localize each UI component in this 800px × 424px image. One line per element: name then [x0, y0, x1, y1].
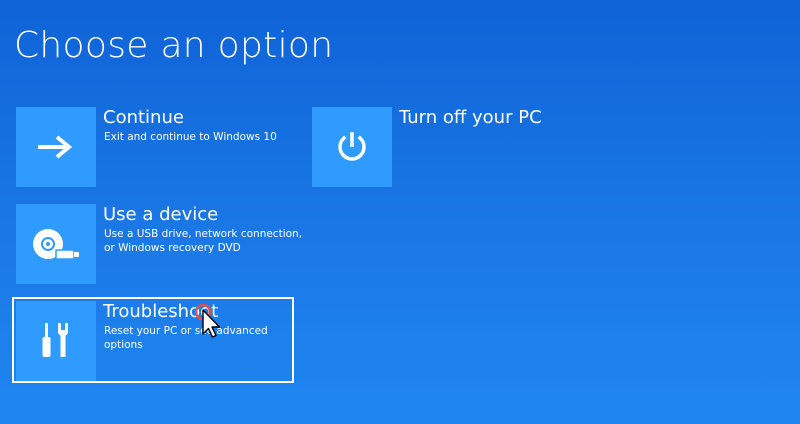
page-title: Choose an option [14, 25, 334, 66]
continue-option[interactable]: Continue Exit and continue to Windows 10 [16, 107, 296, 187]
arrow-right-icon [36, 132, 76, 162]
troubleshoot-description: Reset your PC or see advanced options [104, 325, 268, 351]
continue-title: Continue [103, 107, 184, 128]
use-device-description: Use a USB drive, network connection, or … [104, 228, 303, 254]
use-device-tile[interactable] [16, 204, 96, 284]
troubleshoot-option[interactable]: Troubleshoot Reset your PC or see advanc… [16, 301, 296, 381]
troubleshoot-tile[interactable] [16, 301, 96, 381]
tools-icon [36, 319, 76, 363]
troubleshoot-title: Troubleshoot [103, 301, 219, 322]
use-device-option[interactable]: Use a device Use a USB drive, network co… [16, 204, 302, 284]
disc-usb-icon [30, 222, 82, 266]
turn-off-title: Turn off your PC [399, 107, 542, 128]
turn-off-option[interactable]: Turn off your PC [312, 107, 592, 187]
continue-description: Exit and continue to Windows 10 [104, 131, 277, 143]
power-icon [332, 127, 372, 167]
use-device-title: Use a device [103, 204, 219, 225]
turn-off-tile[interactable] [312, 107, 392, 187]
continue-tile[interactable] [16, 107, 96, 187]
